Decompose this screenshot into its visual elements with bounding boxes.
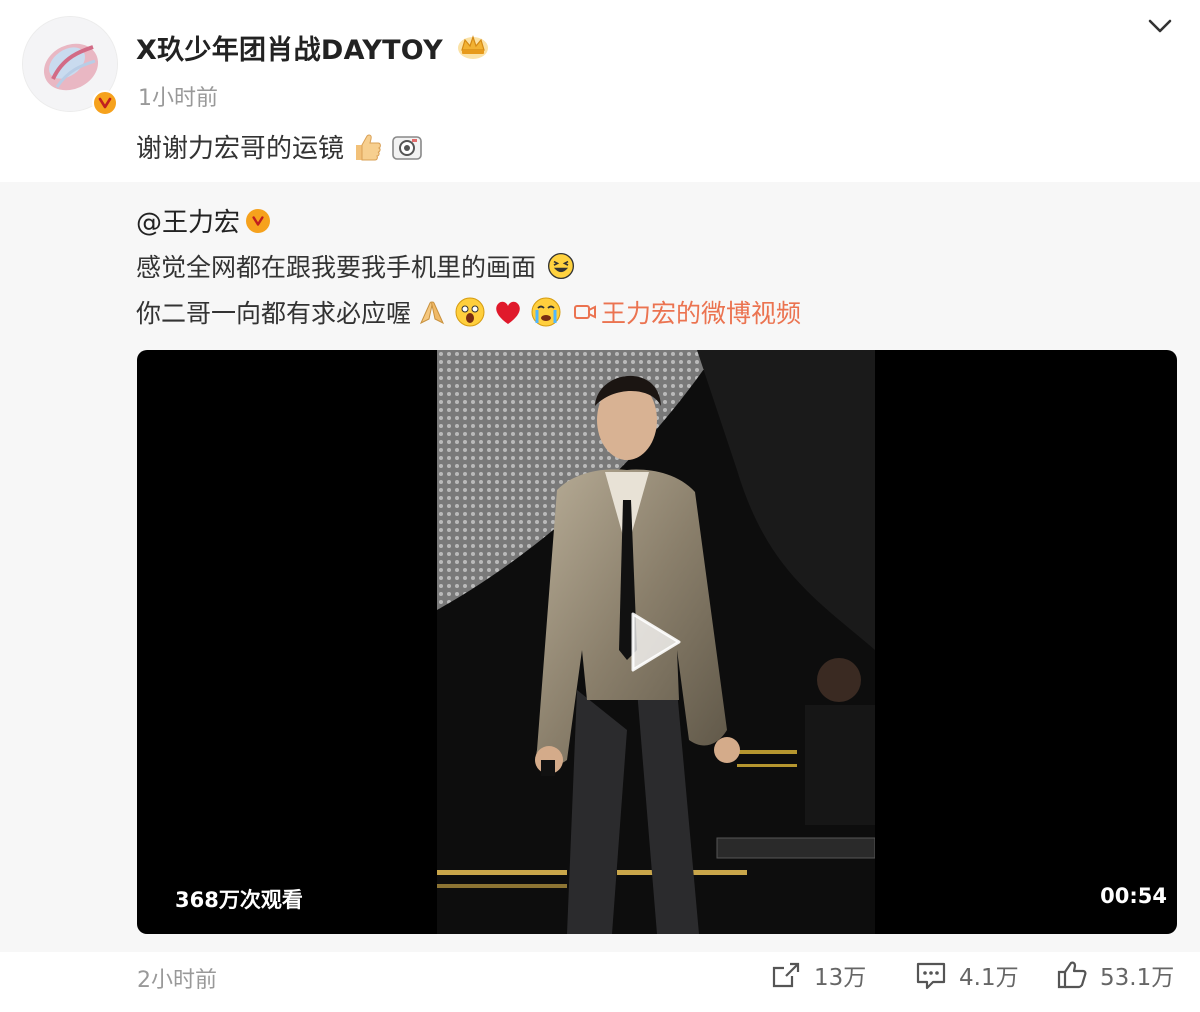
video-link-label[interactable]: 王力宏的微博视频 [601, 294, 801, 330]
pray-emoji [419, 301, 445, 325]
heart-emoji [496, 301, 520, 324]
camera-emoji [392, 135, 422, 160]
reposted-content[interactable]: @王力宏 感觉全网都在跟我要我手机里的画面 你二哥一向都有求必应喔 王力宏的微博… [0, 182, 1200, 952]
like-count: 53.1万 [1100, 965, 1175, 991]
reposted-text-1: 感觉全网都在跟我要我手机里的画面 [136, 253, 537, 282]
thumbs-up-emoji [356, 134, 381, 160]
repost-button[interactable]: 13万 [770, 958, 866, 992]
reposted-username[interactable]: @王力宏 [136, 202, 240, 239]
video-player[interactable]: 368万次观看 00:54 [137, 350, 1177, 934]
video-icon [574, 305, 597, 319]
view-count: 368万次观看 [175, 888, 303, 912]
like-button[interactable]: 53.1万 [1056, 958, 1174, 992]
comment-icon [916, 962, 946, 990]
comment-count: 4.1万 [959, 965, 1019, 991]
like-icon [1057, 961, 1087, 989]
username[interactable]: X玖少年团肖战DAYTOY [136, 28, 443, 67]
post-text-content: 谢谢力宏哥的运镜 [136, 134, 345, 164]
laughing-emoji [548, 252, 575, 280]
comment-button[interactable]: 4.1万 [915, 958, 1019, 992]
post-text: 谢谢力宏哥的运镜 [136, 128, 424, 165]
crying-emoji [531, 297, 561, 327]
repost-time: 2小时前 [137, 968, 217, 993]
repost-count: 13万 [814, 965, 867, 991]
crown-icon [458, 35, 488, 59]
weibo-post: X玖少年团肖战DAYTOY 1小时前 谢谢力宏哥的运镜 @王力宏 感觉全网都在跟… [0, 0, 1200, 1012]
reposted-text-line1: 感觉全网都在跟我要我手机里的画面 [136, 248, 576, 284]
reposted-text-2: 你二哥一向都有求必应喔 [136, 299, 412, 328]
reposted-user[interactable]: @王力宏 [136, 202, 271, 239]
reposted-text-line2: 你二哥一向都有求必应喔 王力宏的微博视频 [136, 294, 801, 330]
video-duration: 00:54 [1100, 884, 1167, 908]
verified-icon [246, 208, 271, 233]
chevron-down-icon[interactable] [1146, 14, 1174, 38]
play-icon[interactable] [623, 608, 685, 676]
shocked-emoji [455, 297, 485, 327]
verified-icon [92, 90, 118, 116]
repost-icon [772, 962, 800, 988]
post-time: 1小时前 [138, 86, 218, 111]
video-link[interactable]: 王力宏的微博视频 [573, 294, 801, 330]
